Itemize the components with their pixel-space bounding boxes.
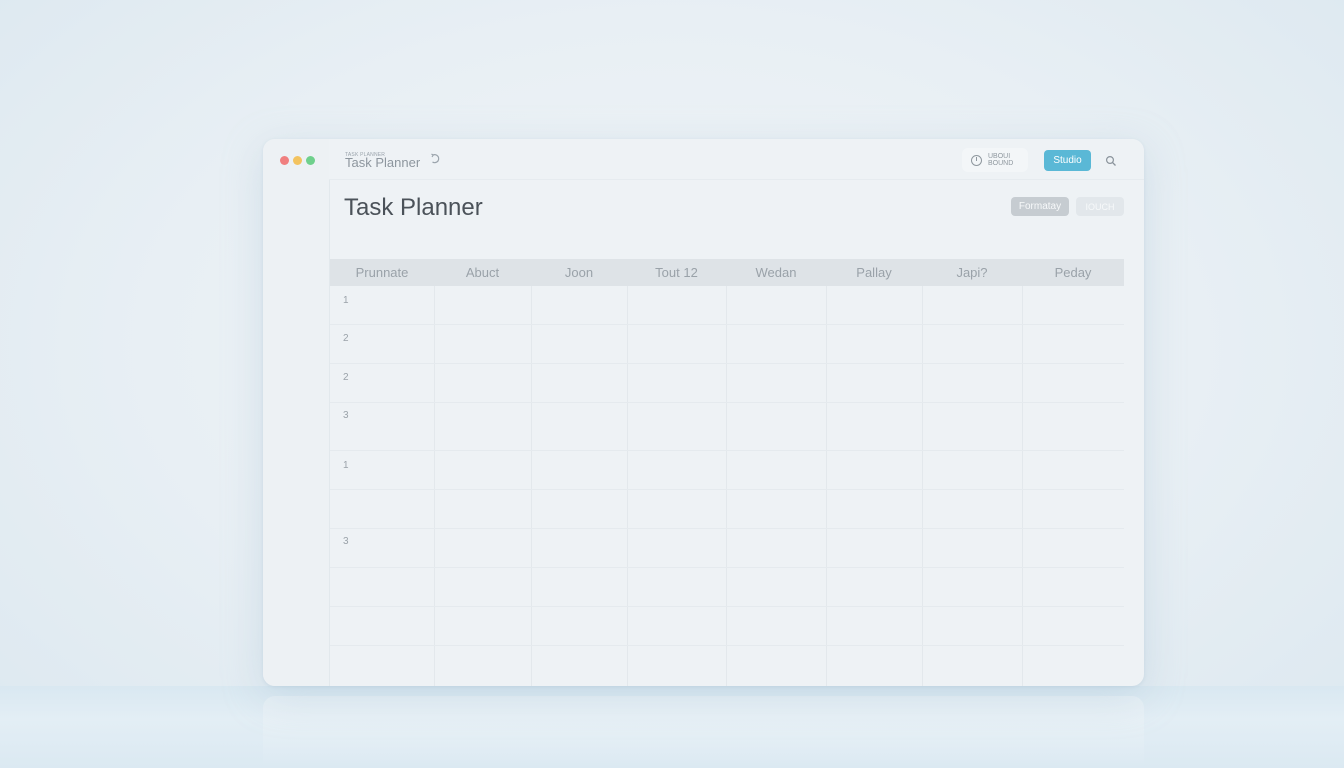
- row-divider: [330, 645, 1124, 646]
- status-line-2: BOUND: [988, 160, 1014, 167]
- row-number: 1: [343, 295, 349, 306]
- column-header[interactable]: Tout 12: [627, 259, 726, 286]
- sync-icon[interactable]: [430, 153, 441, 168]
- close-window-button[interactable]: [280, 156, 289, 165]
- row-number: 2: [343, 372, 349, 383]
- row-divider: [330, 528, 1124, 529]
- search-icon[interactable]: [1105, 154, 1117, 166]
- minimize-window-button[interactable]: [293, 156, 302, 165]
- column-divider: [826, 286, 827, 686]
- column-divider: [434, 286, 435, 686]
- row-divider: [330, 363, 1124, 364]
- titlebar: TASK PLANNER Task Planner UBOUI BOUND St…: [329, 139, 1144, 180]
- row-divider: [330, 606, 1124, 607]
- column-header[interactable]: Wedan: [726, 259, 826, 286]
- column-header[interactable]: Joon: [531, 259, 627, 286]
- sync-status-chip[interactable]: UBOUI BOUND: [962, 148, 1028, 172]
- clock-icon: [971, 154, 982, 166]
- row-divider: [330, 567, 1124, 568]
- status-line-1: UBOUI: [988, 153, 1011, 160]
- titlebar-title: Task Planner: [345, 155, 421, 170]
- row-number: 2: [343, 333, 349, 344]
- row-divider: [330, 489, 1124, 490]
- column-divider: [726, 286, 727, 686]
- page-title: Task Planner: [344, 194, 483, 221]
- column-divider: [1022, 286, 1023, 686]
- window-reflection: [263, 696, 1144, 768]
- studio-button[interactable]: Studio: [1044, 150, 1091, 171]
- column-header[interactable]: Prunnate: [330, 259, 434, 286]
- column-header[interactable]: Peday: [1022, 259, 1124, 286]
- sidebar: [263, 139, 330, 686]
- iouch-button[interactable]: IOUCH: [1076, 197, 1124, 216]
- column-divider: [922, 286, 923, 686]
- planner-table: Prunnate Abuct Joon Tout 12 Wedan Pallay…: [330, 259, 1124, 686]
- row-number: 3: [343, 536, 349, 547]
- row-number: 3: [343, 410, 349, 421]
- column-header[interactable]: Abuct: [434, 259, 531, 286]
- column-divider: [531, 286, 532, 686]
- app-window: TASK PLANNER Task Planner UBOUI BOUND St…: [263, 139, 1144, 686]
- row-divider: [330, 402, 1124, 403]
- maximize-window-button[interactable]: [306, 156, 315, 165]
- table-header: Prunnate Abuct Joon Tout 12 Wedan Pallay…: [330, 259, 1124, 286]
- column-header[interactable]: Japi?: [922, 259, 1022, 286]
- column-divider: [627, 286, 628, 686]
- row-number: 1: [343, 460, 349, 471]
- row-divider: [330, 324, 1124, 325]
- formatay-button[interactable]: Formatay: [1011, 197, 1069, 216]
- column-header[interactable]: Pallay: [826, 259, 922, 286]
- row-divider: [330, 450, 1124, 451]
- status-text: UBOUI BOUND: [988, 153, 1013, 167]
